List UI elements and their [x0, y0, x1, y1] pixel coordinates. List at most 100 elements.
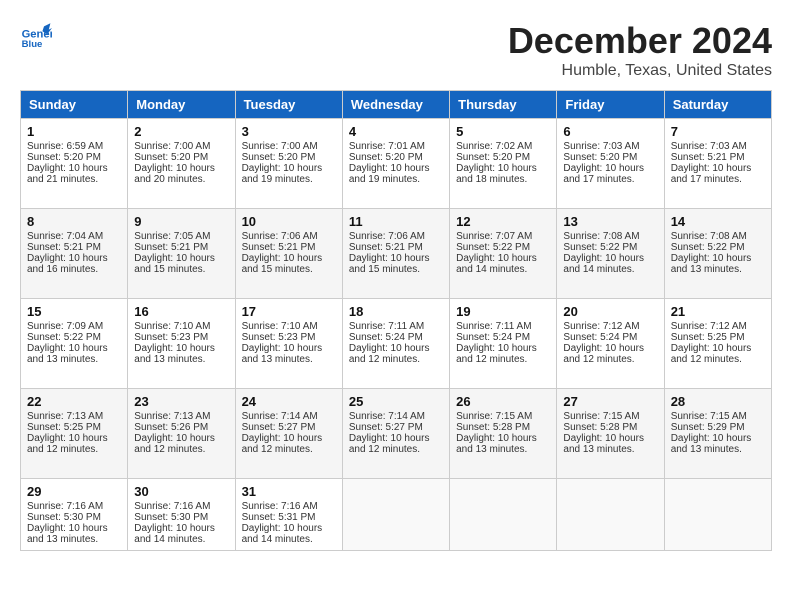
- calendar-cell: 7Sunrise: 7:03 AMSunset: 5:21 PMDaylight…: [664, 119, 771, 209]
- calendar-cell: 1Sunrise: 6:59 AMSunset: 5:20 PMDaylight…: [21, 119, 128, 209]
- day-info-line: Sunrise: 7:04 AM: [27, 231, 121, 242]
- day-info-line: Sunrise: 7:14 AM: [349, 411, 443, 422]
- day-info-line: Daylight: 10 hours: [349, 343, 443, 354]
- day-info-line: Daylight: 10 hours: [671, 253, 765, 264]
- day-info-line: Sunrise: 7:03 AM: [563, 141, 657, 152]
- calendar-cell: 16Sunrise: 7:10 AMSunset: 5:23 PMDayligh…: [128, 299, 235, 389]
- day-info-line: and 17 minutes.: [563, 174, 657, 185]
- day-info-line: Sunrise: 7:05 AM: [134, 231, 228, 242]
- title-block: December 2024 Humble, Texas, United Stat…: [508, 20, 772, 80]
- calendar-cell: 19Sunrise: 7:11 AMSunset: 5:24 PMDayligh…: [450, 299, 557, 389]
- day-info-line: and 21 minutes.: [27, 174, 121, 185]
- day-number: 26: [456, 394, 550, 409]
- day-number: 18: [349, 304, 443, 319]
- calendar-cell: 27Sunrise: 7:15 AMSunset: 5:28 PMDayligh…: [557, 389, 664, 479]
- week-row-5: 29Sunrise: 7:16 AMSunset: 5:30 PMDayligh…: [21, 479, 772, 551]
- day-info-line: Sunrise: 7:12 AM: [671, 321, 765, 332]
- day-info-line: Sunrise: 7:11 AM: [456, 321, 550, 332]
- day-info-line: Daylight: 10 hours: [242, 433, 336, 444]
- day-number: 23: [134, 394, 228, 409]
- day-number: 7: [671, 124, 765, 139]
- day-info-line: Sunrise: 7:14 AM: [242, 411, 336, 422]
- day-number: 20: [563, 304, 657, 319]
- calendar-cell: 12Sunrise: 7:07 AMSunset: 5:22 PMDayligh…: [450, 209, 557, 299]
- calendar-cell: 11Sunrise: 7:06 AMSunset: 5:21 PMDayligh…: [342, 209, 449, 299]
- day-number: 2: [134, 124, 228, 139]
- day-info-line: and 13 minutes.: [27, 354, 121, 365]
- day-info-line: Sunset: 5:28 PM: [456, 422, 550, 433]
- calendar-cell: 26 Sunrise: 7:15 AMSunset: 5:28 PMDayligh…: [450, 389, 557, 479]
- day-info-line: Sunset: 5:21 PM: [349, 242, 443, 253]
- calendar-cell: 20Sunrise: 7:12 AMSunset: 5:24 PMDayligh…: [557, 299, 664, 389]
- day-info-line: and 13 minutes.: [563, 444, 657, 455]
- day-info-line: and 19 minutes.: [349, 174, 443, 185]
- day-number: 19: [456, 304, 550, 319]
- calendar-cell: 15Sunrise: 7:09 AMSunset: 5:22 PMDayligh…: [21, 299, 128, 389]
- day-info-line: Sunset: 5:23 PM: [134, 332, 228, 343]
- day-info-line: Sunset: 5:23 PM: [242, 332, 336, 343]
- day-info-line: Sunset: 5:30 PM: [27, 512, 121, 523]
- week-row-2: 8Sunrise: 7:04 AMSunset: 5:21 PMDaylight…: [21, 209, 772, 299]
- day-number: 6: [563, 124, 657, 139]
- day-info-line: and 12 minutes.: [27, 444, 121, 455]
- day-info-line: Sunrise: 7:00 AM: [134, 141, 228, 152]
- day-info-line: Sunset: 5:22 PM: [563, 242, 657, 253]
- day-info-line: Sunrise: 7:03 AM: [671, 141, 765, 152]
- day-number: 4: [349, 124, 443, 139]
- day-info-line: and 13 minutes.: [456, 444, 550, 455]
- calendar-cell: 8Sunrise: 7:04 AMSunset: 5:21 PMDaylight…: [21, 209, 128, 299]
- day-info-line: Sunset: 5:29 PM: [671, 422, 765, 433]
- day-header-wednesday: Wednesday: [342, 91, 449, 119]
- day-info-line: and 12 minutes.: [563, 354, 657, 365]
- day-header-thursday: Thursday: [450, 91, 557, 119]
- day-info-line: Sunrise: 7:15 AM: [671, 411, 765, 422]
- calendar-cell: 22Sunrise: 7:13 AMSunset: 5:25 PMDayligh…: [21, 389, 128, 479]
- day-info-line: Daylight: 10 hours: [456, 433, 550, 444]
- day-info-line: Daylight: 10 hours: [563, 253, 657, 264]
- day-number: 13: [563, 214, 657, 229]
- calendar-header-row: SundayMondayTuesdayWednesdayThursdayFrid…: [21, 91, 772, 119]
- day-info-line: Daylight: 10 hours: [671, 433, 765, 444]
- calendar-cell: 9Sunrise: 7:05 AMSunset: 5:21 PMDaylight…: [128, 209, 235, 299]
- day-info-line: Sunset: 5:20 PM: [349, 152, 443, 163]
- day-info-line: Daylight: 10 hours: [134, 343, 228, 354]
- day-number: 21: [671, 304, 765, 319]
- day-number: 12: [456, 214, 550, 229]
- day-info-line: Daylight: 10 hours: [242, 163, 336, 174]
- calendar-cell: [342, 479, 449, 551]
- day-number: 3: [242, 124, 336, 139]
- day-info-line: and 12 minutes.: [242, 444, 336, 455]
- day-info-line: Daylight: 10 hours: [671, 343, 765, 354]
- calendar-cell: 28Sunrise: 7:15 AMSunset: 5:29 PMDayligh…: [664, 389, 771, 479]
- calendar-cell: 4Sunrise: 7:01 AMSunset: 5:20 PMDaylight…: [342, 119, 449, 209]
- calendar-cell: 3Sunrise: 7:00 AMSunset: 5:20 PMDaylight…: [235, 119, 342, 209]
- day-info-line: Sunset: 5:25 PM: [27, 422, 121, 433]
- day-info-line: Sunset: 5:20 PM: [134, 152, 228, 163]
- day-info-line: Sunrise: 7:11 AM: [349, 321, 443, 332]
- day-number: 1: [27, 124, 121, 139]
- day-info-line: Daylight: 10 hours: [27, 523, 121, 534]
- logo: General Blue: [20, 20, 52, 52]
- day-info-line: Daylight: 10 hours: [27, 253, 121, 264]
- day-number: 9: [134, 214, 228, 229]
- day-info-line: and 12 minutes.: [349, 444, 443, 455]
- day-info-line: and 12 minutes.: [671, 354, 765, 365]
- day-info-line: Sunset: 5:26 PM: [134, 422, 228, 433]
- day-info-line: Sunrise: 7:15 AM: [456, 411, 550, 422]
- day-info-line: Sunset: 5:20 PM: [456, 152, 550, 163]
- calendar-table: SundayMondayTuesdayWednesdayThursdayFrid…: [20, 90, 772, 551]
- calendar-cell: 13Sunrise: 7:08 AMSunset: 5:22 PMDayligh…: [557, 209, 664, 299]
- calendar-cell: 29Sunrise: 7:16 AMSunset: 5:30 PMDayligh…: [21, 479, 128, 551]
- day-info-line: Daylight: 10 hours: [242, 343, 336, 354]
- day-info-line: Daylight: 10 hours: [27, 433, 121, 444]
- day-info-line: Sunset: 5:22 PM: [671, 242, 765, 253]
- day-info-line: Sunrise: 7:13 AM: [134, 411, 228, 422]
- week-row-3: 15Sunrise: 7:09 AMSunset: 5:22 PMDayligh…: [21, 299, 772, 389]
- calendar-cell: 21Sunrise: 7:12 AMSunset: 5:25 PMDayligh…: [664, 299, 771, 389]
- day-number: 27: [563, 394, 657, 409]
- day-info-line: Daylight: 10 hours: [563, 433, 657, 444]
- day-info-line: Daylight: 10 hours: [27, 343, 121, 354]
- day-number: 10: [242, 214, 336, 229]
- day-info-line: Sunrise: 7:00 AM: [242, 141, 336, 152]
- day-info-line: and 12 minutes.: [349, 354, 443, 365]
